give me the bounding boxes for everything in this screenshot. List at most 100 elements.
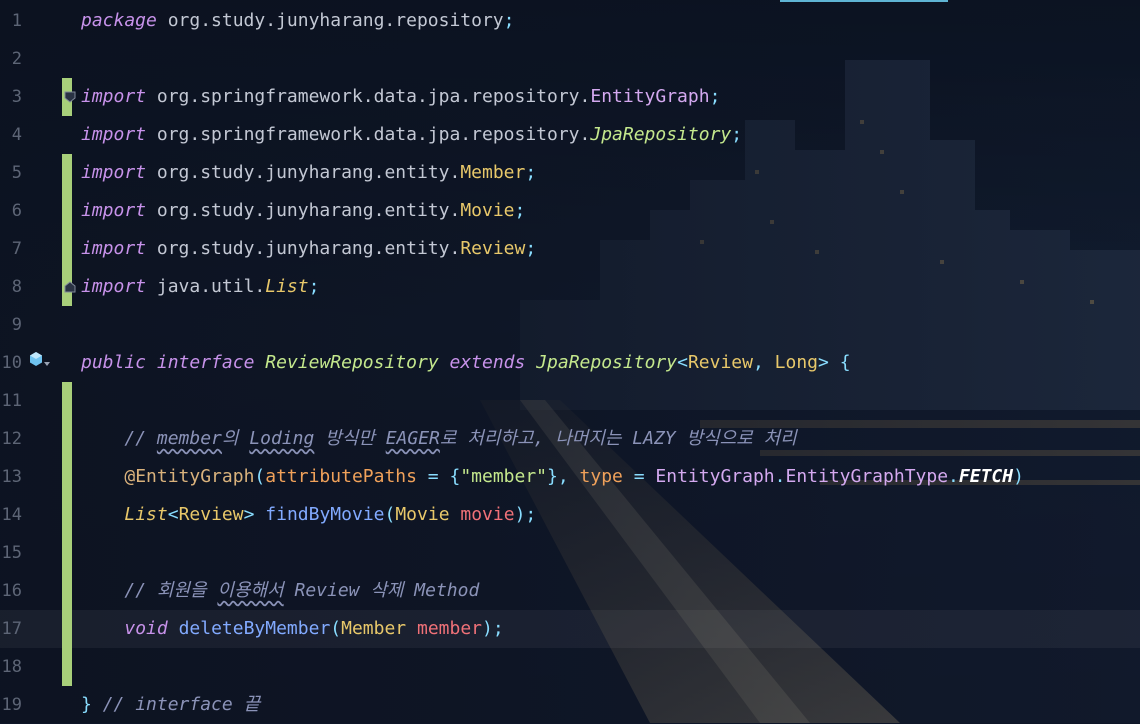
code-token: JpaRepository: [536, 352, 678, 373]
line-number[interactable]: 8: [0, 268, 22, 306]
implemented-interface-icon[interactable]: [29, 350, 51, 370]
code-token: EntityGraph: [590, 86, 710, 107]
code-line[interactable]: 16 // 회원을 이용해서 Review 삭제 Method: [0, 572, 1140, 610]
line-number[interactable]: 19: [0, 686, 22, 724]
code-text[interactable]: // 회원을 이용해서 Review 삭제 Method: [81, 572, 479, 610]
code-token: ;: [503, 10, 515, 31]
line-number[interactable]: 2: [0, 40, 22, 78]
code-token: // interface 끝: [102, 694, 261, 715]
line-number[interactable]: 6: [0, 192, 22, 230]
code-token: org.study.junyharang.entity.: [146, 162, 461, 183]
code-text[interactable]: // member의 Loding 방식만 EAGER로 처리하고, 나머지는 …: [81, 420, 796, 458]
code-token: Review: [460, 238, 526, 259]
code-token: extends: [449, 352, 526, 373]
line-number[interactable]: 11: [0, 382, 22, 420]
code-editor[interactable]: 1 package org.study.junyharang.repository…: [0, 0, 1140, 723]
code-token: ,: [752, 352, 775, 373]
code-text[interactable]: public interface ReviewRepository extend…: [81, 344, 851, 382]
line-number[interactable]: 15: [0, 534, 22, 572]
code-token: interface: [156, 352, 255, 373]
code-line[interactable]: 19 } // interface 끝: [0, 686, 1140, 724]
code-token: @EntityGraph: [124, 466, 255, 487]
code-text[interactable]: import org.study.junyharang.entity.Revie…: [81, 230, 536, 268]
code-line[interactable]: 17 void deleteByMember(Member member);: [0, 610, 1140, 648]
code-line[interactable]: 8 import java.util.List;: [0, 268, 1140, 306]
code-token: ;: [525, 238, 537, 259]
code-text[interactable]: import org.springframework.data.jpa.repo…: [81, 78, 720, 116]
line-number[interactable]: 13: [0, 458, 22, 496]
code-token: package: [81, 10, 157, 31]
code-text[interactable]: } // interface 끝: [81, 686, 260, 724]
code-line[interactable]: 9: [0, 306, 1140, 344]
code-token: (: [384, 504, 396, 525]
code-line[interactable]: 14 List<Review> findByMovie(Movie movie)…: [0, 496, 1140, 534]
code-token: Review: [178, 504, 244, 525]
code-line[interactable]: 6 import org.study.junyharang.entity.Movi…: [0, 192, 1140, 230]
code-token: JpaRepository: [590, 124, 732, 145]
code-line[interactable]: 1 package org.study.junyharang.repository…: [0, 2, 1140, 40]
line-number[interactable]: 18: [0, 648, 22, 686]
code-token: // 회원을: [124, 580, 218, 601]
code-token: EntityGraph: [655, 466, 775, 487]
code-text[interactable]: package org.study.junyharang.repository;: [81, 2, 514, 40]
code-line[interactable]: 2: [0, 40, 1140, 78]
code-line[interactable]: 10 public interface ReviewRepository exte…: [0, 344, 1140, 382]
fold-icon[interactable]: [64, 281, 76, 293]
code-token: org.study.junyharang.repository: [156, 10, 504, 31]
vcs-change-marker[interactable]: [62, 382, 72, 686]
code-line[interactable]: 7 import org.study.junyharang.entity.Revi…: [0, 230, 1140, 268]
line-number[interactable]: 5: [0, 154, 22, 192]
line-number[interactable]: 14: [0, 496, 22, 534]
line-number[interactable]: 3: [0, 78, 22, 116]
code-token: ;: [731, 124, 743, 145]
line-number[interactable]: 12: [0, 420, 22, 458]
code-line[interactable]: 4 import org.springframework.data.jpa.rep…: [0, 116, 1140, 154]
code-token: public: [81, 352, 147, 373]
line-number[interactable]: 17: [0, 610, 22, 648]
code-line[interactable]: 15: [0, 534, 1140, 572]
code-line[interactable]: 3 import org.springframework.data.jpa.rep…: [0, 78, 1140, 116]
code-token: import: [81, 276, 147, 297]
code-line[interactable]: 12 // member의 Loding 방식만 EAGER로 처리하고, 나머…: [0, 420, 1140, 458]
code-text[interactable]: import org.study.junyharang.entity.Movie…: [81, 192, 525, 230]
code-text[interactable]: import org.study.junyharang.entity.Membe…: [81, 154, 536, 192]
code-line[interactable]: 18: [0, 648, 1140, 686]
code-token: Movie: [460, 200, 515, 221]
code-text[interactable]: void deleteByMember(Member member);: [81, 610, 503, 648]
line-number[interactable]: 9: [0, 306, 22, 344]
code-line[interactable]: 13 @EntityGraph(attributePaths = {"membe…: [0, 458, 1140, 496]
code-token: import: [81, 86, 147, 107]
line-number[interactable]: 7: [0, 230, 22, 268]
vcs-change-marker[interactable]: [62, 154, 72, 268]
code-text[interactable]: import java.util.List;: [81, 268, 319, 306]
line-number[interactable]: 16: [0, 572, 22, 610]
code-token: FETCH: [958, 466, 1014, 487]
code-token: (: [254, 466, 266, 487]
code-token: "member": [460, 466, 548, 487]
code-token: //: [124, 428, 157, 449]
line-number[interactable]: 4: [0, 116, 22, 154]
code-line[interactable]: 5 import org.study.junyharang.entity.Memb…: [0, 154, 1140, 192]
code-token: Member: [341, 618, 407, 639]
code-token: import: [81, 124, 147, 145]
line-number[interactable]: 10: [0, 344, 22, 382]
code-token: Movie: [395, 504, 450, 525]
code-token: attributePaths: [265, 466, 417, 487]
code-token: org.springframework.data.jpa.repository.: [146, 86, 591, 107]
code-text[interactable]: List<Review> findByMovie(Movie movie);: [81, 496, 536, 534]
code-token: .: [774, 466, 786, 487]
fold-icon[interactable]: [64, 91, 76, 103]
code-token: List: [124, 504, 168, 525]
code-line[interactable]: 11: [0, 382, 1140, 420]
code-token: import: [81, 238, 147, 259]
scroll-position-marker: [780, 0, 948, 2]
code-text[interactable]: @EntityGraph(attributePaths = {"member"}…: [81, 458, 1024, 496]
code-text[interactable]: import org.springframework.data.jpa.repo…: [81, 116, 742, 154]
code-token: .: [948, 466, 959, 487]
line-number[interactable]: 1: [0, 2, 22, 40]
